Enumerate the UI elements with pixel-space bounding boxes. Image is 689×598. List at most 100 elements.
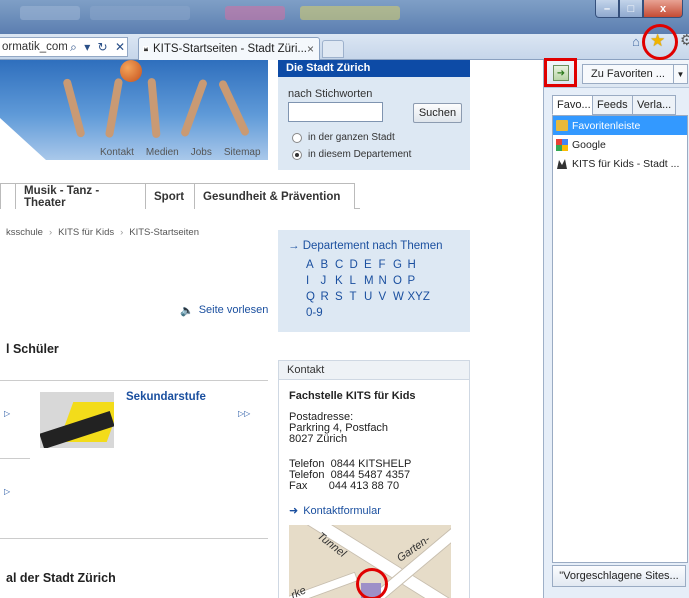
tab-title: KITS-Startseiten - Stadt Züri... xyxy=(152,43,307,55)
letter-link[interactable]: K xyxy=(335,273,350,289)
hero-figure xyxy=(104,77,124,139)
search-label: nach Stichworten xyxy=(288,88,373,100)
nav-tab-partial[interactable] xyxy=(0,183,16,209)
radio-button-selected[interactable] xyxy=(292,149,302,160)
web-page: Kontakt Medien Jobs Sitemap Die Stadt Zü… xyxy=(0,60,543,598)
alphabet-row: 0-9 xyxy=(306,305,422,321)
contact-form-label: Kontaktformular xyxy=(303,505,381,517)
section-heading-schueler: l Schüler xyxy=(6,342,59,356)
tab-history[interactable]: Verla... xyxy=(632,95,676,115)
letter-link[interactable]: O xyxy=(393,273,408,289)
nav-tab-gesundheit[interactable]: Gesundheit & Prävention xyxy=(194,183,355,209)
letter-link[interactable]: G xyxy=(393,257,408,273)
letter-link[interactable]: R xyxy=(321,289,336,305)
letter-link[interactable]: E xyxy=(364,257,379,273)
basketball xyxy=(120,60,142,82)
highlight-circle-star xyxy=(642,24,678,60)
letter-link[interactable]: H xyxy=(408,257,423,273)
letter-link[interactable]: S xyxy=(335,289,350,305)
letter-link[interactable]: V xyxy=(379,289,394,305)
tab-favorites[interactable]: Favo... xyxy=(552,95,593,115)
letter-link[interactable]: M xyxy=(364,273,379,289)
letter-link[interactable]: T xyxy=(350,289,365,305)
alphabet-row: IJKLMNOP xyxy=(306,273,422,289)
hero-wedge xyxy=(0,118,46,160)
breadcrumb-separator: › xyxy=(120,227,124,238)
breadcrumb-item[interactable]: ksschule xyxy=(6,227,43,238)
google-icon xyxy=(556,138,568,151)
radio-this-department[interactable]: in diesem Departement xyxy=(292,149,411,160)
tab-bar: ormatik_com ⌕ ▾ ↻ ✕ KITS-Startseiten - S… xyxy=(0,34,689,60)
section-heading-stadt: al der Stadt Zürich xyxy=(6,571,116,585)
favorite-item-kits[interactable]: KITS für Kids - Stadt ... xyxy=(553,154,687,173)
letter-link[interactable]: U xyxy=(364,289,379,305)
favorite-item-google[interactable]: Google xyxy=(553,135,687,154)
address-bar[interactable]: ormatik_com ⌕ ▾ ↻ ✕ xyxy=(0,37,128,57)
letter-link[interactable]: N xyxy=(379,273,394,289)
blurred-title xyxy=(300,6,400,20)
letter-link[interactable]: B xyxy=(321,257,336,273)
nav-tab-sport[interactable]: Sport xyxy=(145,183,195,209)
blurred-title xyxy=(90,6,190,20)
themes-title[interactable]: → Departement nach Themen xyxy=(288,240,442,252)
add-to-favorites-button[interactable]: Zu Favoriten ... xyxy=(582,64,674,84)
letter-link[interactable]: XYZ xyxy=(408,289,430,305)
contact-fax: Fax 044 413 88 70 xyxy=(289,480,400,492)
folder-icon xyxy=(556,120,568,131)
link-medien[interactable]: Medien xyxy=(146,147,179,158)
close-window-button[interactable]: x xyxy=(643,0,683,18)
letter-link[interactable]: J xyxy=(321,273,336,289)
letter-link[interactable]: F xyxy=(379,257,394,273)
themes-panel: → Departement nach Themen ABCDEFGH IJKLM… xyxy=(278,230,470,332)
tab-kits[interactable]: KITS-Startseiten - Stadt Züri... × xyxy=(138,37,320,60)
letter-link[interactable]: A xyxy=(306,257,321,273)
letter-link[interactable]: D xyxy=(350,257,365,273)
contact-name: Fachstelle KITS für Kids xyxy=(289,390,416,402)
letter-link[interactable]: P xyxy=(408,273,423,289)
contact-form-link[interactable]: ➜ Kontaktformular xyxy=(289,505,381,518)
kits-icon xyxy=(557,158,567,169)
tab-feeds[interactable]: Feeds xyxy=(592,95,633,115)
nav-tab-musik[interactable]: Musik - Tanz - Theater xyxy=(15,183,146,209)
sekundarstufe-link[interactable]: Sekundarstufe xyxy=(126,391,206,403)
favorites-pane: ➜ Zu Favoriten ... ▼ Favo... Feeds Verla… xyxy=(543,60,689,598)
gear-icon[interactable]: ⚙ xyxy=(680,31,689,49)
arrow-icon[interactable]: ▷▷ xyxy=(238,409,250,418)
link-sitemap[interactable]: Sitemap xyxy=(224,147,261,158)
search-button[interactable]: Suchen xyxy=(413,103,462,123)
close-tab-icon[interactable]: × xyxy=(307,42,314,56)
blurred-title xyxy=(20,6,80,20)
search-input[interactable] xyxy=(288,102,383,122)
link-jobs[interactable]: Jobs xyxy=(191,147,212,158)
favorite-label: KITS für Kids - Stadt ... xyxy=(572,157,680,170)
contact-panel: Kontakt Fachstelle KITS für Kids Postadr… xyxy=(278,360,470,598)
arrow-icon[interactable]: ▷ xyxy=(4,409,10,418)
highlight-circle-map xyxy=(356,568,388,598)
sekundarstufe-thumbnail[interactable] xyxy=(40,392,114,448)
letter-link[interactable]: Q xyxy=(306,289,321,305)
favorite-label: Favoritenleiste xyxy=(572,119,641,132)
letter-link[interactable]: 0-9 xyxy=(306,305,336,321)
read-aloud-label: Seite vorlesen xyxy=(198,304,269,316)
arrow-icon[interactable]: ▷ xyxy=(4,487,10,496)
main-nav: Musik - Tanz - Theater Sport Gesundheit … xyxy=(0,183,360,209)
breadcrumb-item[interactable]: KITS für Kids xyxy=(58,227,114,238)
letter-link[interactable]: W xyxy=(393,289,408,305)
link-kontakt[interactable]: Kontakt xyxy=(100,147,134,158)
favorite-item-favoritenleiste[interactable]: Favoritenleiste xyxy=(553,116,687,135)
radio-whole-city[interactable]: in der ganzen Stadt xyxy=(292,132,395,143)
radio-button[interactable] xyxy=(292,132,302,143)
suggested-sites-button[interactable]: "Vorgeschlagene Sites... xyxy=(552,565,686,587)
letter-link[interactable]: L xyxy=(350,273,365,289)
new-tab-button[interactable] xyxy=(322,40,344,58)
minimize-button[interactable]: – xyxy=(595,0,619,18)
chevron-down-icon[interactable]: ▼ xyxy=(674,64,688,84)
highlight-box-pin xyxy=(544,58,577,87)
letter-link[interactable]: I xyxy=(306,273,321,289)
maximize-button[interactable]: □ xyxy=(619,0,643,18)
window-controls: – □ x xyxy=(595,0,683,18)
read-aloud-link[interactable]: 🔈 Seite vorlesen xyxy=(180,304,268,317)
address-controls[interactable]: ⌕ ▾ ↻ ✕ xyxy=(70,40,127,55)
letter-link[interactable]: C xyxy=(335,257,350,273)
radio-label: in der ganzen Stadt xyxy=(308,132,395,143)
